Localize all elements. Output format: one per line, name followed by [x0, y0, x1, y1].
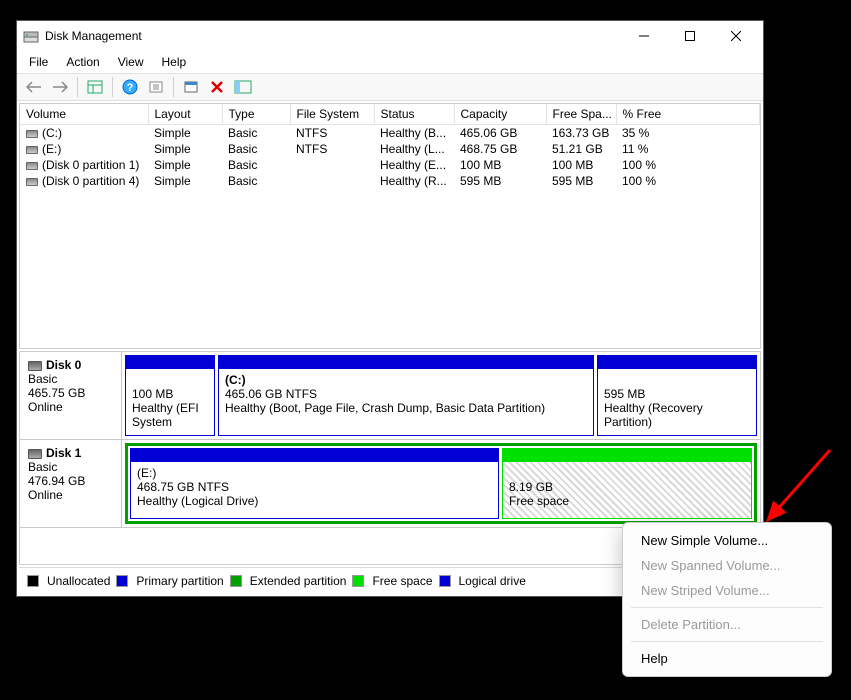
disk0-part-c[interactable]: (C:) 465.06 GB NTFS Healthy (Boot, Page …	[218, 355, 594, 436]
col-layout[interactable]: Layout	[148, 104, 222, 125]
disk0-part-recovery[interactable]: 595 MB Healthy (Recovery Partition)	[597, 355, 757, 436]
disk1-extended-partition[interactable]: (E:) 468.75 GB NTFS Healthy (Logical Dri…	[125, 443, 757, 524]
menu-action[interactable]: Action	[58, 53, 107, 71]
menu-view[interactable]: View	[110, 53, 152, 71]
ctx-new-spanned-volume: New Spanned Volume...	[623, 553, 831, 578]
menubar: File Action View Help	[17, 51, 763, 73]
disk-row-1: Disk 1 Basic 476.94 GB Online (E:) 468.7…	[20, 440, 760, 528]
legend-extended: Extended partition	[250, 574, 347, 588]
col-fs[interactable]: File System	[290, 104, 374, 125]
disk-icon	[28, 361, 42, 371]
col-capacity[interactable]: Capacity	[454, 104, 546, 125]
col-type[interactable]: Type	[222, 104, 290, 125]
refresh-button[interactable]	[144, 76, 168, 98]
titlebar[interactable]: Disk Management	[17, 21, 763, 51]
disk-0-label[interactable]: Disk 0 Basic 465.75 GB Online	[20, 352, 122, 439]
maximize-button[interactable]	[667, 21, 713, 51]
col-status[interactable]: Status	[374, 104, 454, 125]
disk1-part-e[interactable]: (E:) 468.75 GB NTFS Healthy (Logical Dri…	[130, 448, 499, 519]
back-button[interactable]	[22, 76, 46, 98]
volume-icon	[26, 178, 38, 186]
disk-icon	[28, 449, 42, 459]
col-volume[interactable]: Volume	[20, 104, 148, 125]
col-free[interactable]: Free Spa...	[546, 104, 616, 125]
volume-icon	[26, 162, 38, 170]
ctx-delete-partition: Delete Partition...	[623, 612, 831, 637]
table-row[interactable]: (Disk 0 partition 1)SimpleBasicHealthy (…	[20, 157, 760, 173]
legend-primary: Primary partition	[136, 574, 223, 588]
table-row[interactable]: (E:)SimpleBasicNTFSHealthy (L...468.75 G…	[20, 141, 760, 157]
delete-button[interactable]	[205, 76, 229, 98]
disk1-freespace[interactable]: 8.19 GB Free space	[502, 448, 752, 519]
table-row[interactable]: (C:)SimpleBasicNTFSHealthy (B...465.06 G…	[20, 125, 760, 142]
show-list-button[interactable]	[83, 76, 107, 98]
ctx-help[interactable]: Help	[623, 646, 831, 671]
layout-button[interactable]	[231, 76, 255, 98]
toolbar: ?	[17, 73, 763, 101]
disk-1-label[interactable]: Disk 1 Basic 476.94 GB Online	[20, 440, 122, 527]
disk-management-window: Disk Management File Action View Help ? …	[16, 20, 764, 597]
app-icon	[23, 28, 39, 44]
window-title: Disk Management	[45, 29, 621, 43]
ctx-new-striped-volume: New Striped Volume...	[623, 578, 831, 603]
close-button[interactable]	[713, 21, 759, 51]
properties-button[interactable]	[179, 76, 203, 98]
minimize-button[interactable]	[621, 21, 667, 51]
col-pct[interactable]: % Free	[616, 104, 760, 125]
legend-logical: Logical drive	[459, 574, 526, 588]
disk-row-0: Disk 0 Basic 465.75 GB Online 100 MB Hea…	[20, 352, 760, 440]
disk0-part-efi[interactable]: 100 MB Healthy (EFI System	[125, 355, 215, 436]
legend-free: Free space	[372, 574, 432, 588]
svg-text:?: ?	[127, 82, 134, 94]
menu-file[interactable]: File	[21, 53, 56, 71]
context-menu: New Simple Volume... New Spanned Volume.…	[622, 522, 832, 677]
legend-unallocated: Unallocated	[47, 574, 110, 588]
volume-icon	[26, 146, 38, 154]
volume-icon	[26, 130, 38, 138]
volume-list[interactable]: Volume Layout Type File System Status Ca…	[19, 103, 761, 349]
ctx-new-simple-volume[interactable]: New Simple Volume...	[623, 528, 831, 553]
forward-button[interactable]	[48, 76, 72, 98]
menu-help[interactable]: Help	[154, 53, 195, 71]
help-button[interactable]: ?	[118, 76, 142, 98]
table-row[interactable]: (Disk 0 partition 4)SimpleBasicHealthy (…	[20, 173, 760, 189]
